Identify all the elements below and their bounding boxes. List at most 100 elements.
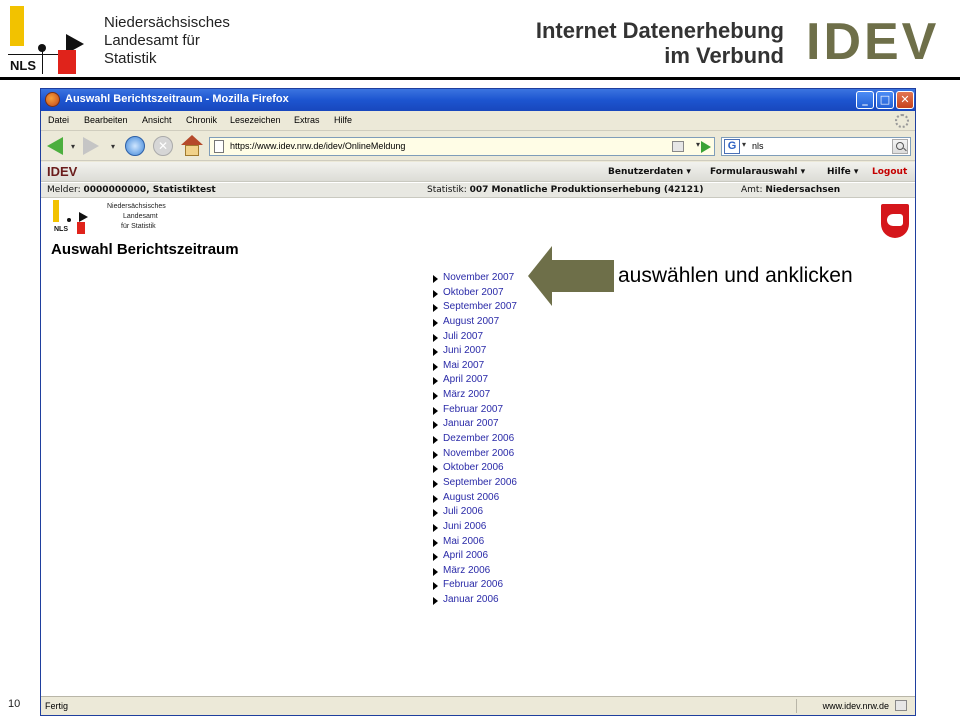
magnifier-icon[interactable]	[892, 139, 908, 154]
idev-brand: IDEV	[806, 13, 940, 71]
period-item[interactable]: Juli 2007	[433, 331, 593, 346]
search-input[interactable]: nls	[752, 141, 764, 151]
period-item[interactable]: März 2006	[433, 565, 593, 580]
menu-formularauswahl[interactable]: Formularauswahl ▾	[710, 167, 805, 177]
period-link[interactable]: März 2007	[443, 389, 490, 400]
callout-text: auswählen und anklicken	[618, 264, 853, 287]
triangle-bullet-icon	[433, 392, 438, 401]
triangle-bullet-icon	[433, 538, 438, 547]
browser-statusbar: Fertig www.idev.nrw.de	[41, 696, 915, 715]
period-link[interactable]: Juni 2006	[443, 521, 486, 532]
period-item[interactable]: August 2006	[433, 492, 593, 507]
triangle-bullet-icon	[433, 348, 438, 357]
menu-lesezeichen[interactable]: Lesezeichen	[230, 115, 281, 125]
address-dropdown-icon[interactable]: ▾	[696, 140, 700, 149]
period-item[interactable]: November 2006	[433, 448, 593, 463]
period-link[interactable]: August 2006	[443, 492, 499, 503]
period-link[interactable]: Juli 2006	[443, 506, 483, 517]
period-item[interactable]: Juni 2006	[433, 521, 593, 536]
go-arrow-icon[interactable]	[701, 141, 711, 153]
site-lock-icon[interactable]	[672, 141, 684, 152]
triangle-bullet-icon	[433, 567, 438, 576]
period-item[interactable]: April 2006	[433, 550, 593, 565]
google-icon[interactable]: G	[724, 139, 740, 154]
forward-arrow-icon[interactable]	[83, 137, 99, 155]
navigation-toolbar: ▾ ▾ ✕ https://www.idev.nrw.de/idev/Onlin…	[41, 131, 915, 161]
period-link[interactable]: März 2006	[443, 565, 490, 576]
menu-extras[interactable]: Extras	[294, 115, 320, 125]
period-link[interactable]: Januar 2006	[443, 594, 499, 605]
period-link[interactable]: Mai 2007	[443, 360, 484, 371]
menu-chronik[interactable]: Chronik	[186, 115, 217, 125]
period-link[interactable]: April 2006	[443, 550, 488, 561]
period-link[interactable]: August 2007	[443, 316, 499, 327]
period-item[interactable]: Mai 2007	[433, 360, 593, 375]
statistik-label: Statistik:	[427, 185, 467, 195]
period-link[interactable]: Februar 2007	[443, 404, 503, 415]
period-item[interactable]: Dezember 2006	[433, 433, 593, 448]
period-item[interactable]: August 2007	[433, 316, 593, 331]
address-url[interactable]: https://www.idev.nrw.de/idev/OnlineMeldu…	[230, 141, 405, 151]
period-link[interactable]: Oktober 2007	[443, 287, 504, 298]
search-engine-dropdown-icon[interactable]: ▾	[742, 140, 746, 149]
status-lock-icon[interactable]	[895, 700, 907, 711]
period-item[interactable]: Februar 2006	[433, 579, 593, 594]
menu-bearbeiten[interactable]: Bearbeiten	[84, 115, 128, 125]
close-button[interactable]: ✕	[896, 91, 914, 109]
back-dropdown-icon[interactable]: ▾	[71, 142, 75, 151]
period-link[interactable]: Oktober 2006	[443, 462, 504, 473]
slide-title-line: im Verbund	[664, 43, 784, 68]
triangle-bullet-icon	[433, 406, 438, 415]
period-link[interactable]: Mai 2006	[443, 536, 484, 547]
triangle-bullet-icon	[433, 318, 438, 327]
period-item[interactable]: März 2007	[433, 389, 593, 404]
menu-benutzerdaten[interactable]: Benutzerdaten ▾	[608, 167, 691, 177]
period-item[interactable]: Juli 2006	[433, 506, 593, 521]
logout-link[interactable]: Logout	[872, 167, 907, 177]
home-icon[interactable]	[181, 135, 203, 157]
throbber-icon	[895, 114, 909, 128]
period-item[interactable]: Januar 2006	[433, 594, 593, 609]
triangle-bullet-icon	[433, 450, 438, 459]
lower-saxony-crest-icon	[881, 204, 909, 238]
period-item[interactable]: September 2006	[433, 477, 593, 492]
stop-icon[interactable]: ✕	[153, 136, 173, 156]
period-link[interactable]: Juli 2007	[443, 331, 483, 342]
period-link[interactable]: Januar 2007	[443, 418, 499, 429]
period-item[interactable]: April 2007	[433, 374, 593, 389]
search-bar[interactable]: G ▾ nls	[721, 137, 911, 156]
menu-ansicht[interactable]: Ansicht	[142, 115, 172, 125]
period-item[interactable]: Mai 2006	[433, 536, 593, 551]
statistik-value: 007 Monatliche Produktionserhebung (4212…	[469, 185, 704, 195]
melder-info: Melder: 0000000000, Statistiktest	[47, 185, 216, 195]
forward-dropdown-icon[interactable]: ▾	[111, 142, 115, 151]
period-link[interactable]: Dezember 2006	[443, 433, 514, 444]
period-link[interactable]: November 2006	[443, 448, 514, 459]
period-link[interactable]: April 2007	[443, 374, 488, 385]
menu-app-hilfe[interactable]: Hilfe ▾	[827, 167, 858, 177]
minimize-button[interactable]: _	[856, 91, 874, 109]
period-item[interactable]: Januar 2007	[433, 418, 593, 433]
period-item[interactable]: Februar 2007	[433, 404, 593, 419]
period-link[interactable]: November 2007	[443, 272, 514, 283]
idev-app-brand: IDEV	[47, 164, 78, 179]
triangle-bullet-icon	[433, 289, 438, 298]
period-item[interactable]: Oktober 2006	[433, 462, 593, 477]
reload-icon[interactable]	[125, 136, 145, 156]
period-link[interactable]: Februar 2006	[443, 579, 503, 590]
period-link[interactable]: September 2006	[443, 477, 517, 488]
address-bar[interactable]: https://www.idev.nrw.de/idev/OnlineMeldu…	[209, 137, 715, 156]
menu-hilfe[interactable]: Hilfe	[334, 115, 352, 125]
period-link[interactable]: Juni 2007	[443, 345, 486, 356]
back-arrow-icon[interactable]	[47, 137, 63, 155]
status-text: Fertig	[45, 701, 69, 711]
triangle-bullet-icon	[433, 333, 438, 342]
period-link[interactable]: September 2007	[443, 301, 517, 312]
period-item[interactable]: Juni 2007	[433, 345, 593, 360]
mini-org-name: Niedersächsisches Landesamt für Statisti…	[107, 202, 166, 232]
maximize-button[interactable]: □	[876, 91, 894, 109]
triangle-bullet-icon	[433, 377, 438, 386]
menu-datei[interactable]: Datei	[48, 115, 69, 125]
nls-logo: NLS	[8, 6, 90, 74]
triangle-bullet-icon	[433, 494, 438, 503]
